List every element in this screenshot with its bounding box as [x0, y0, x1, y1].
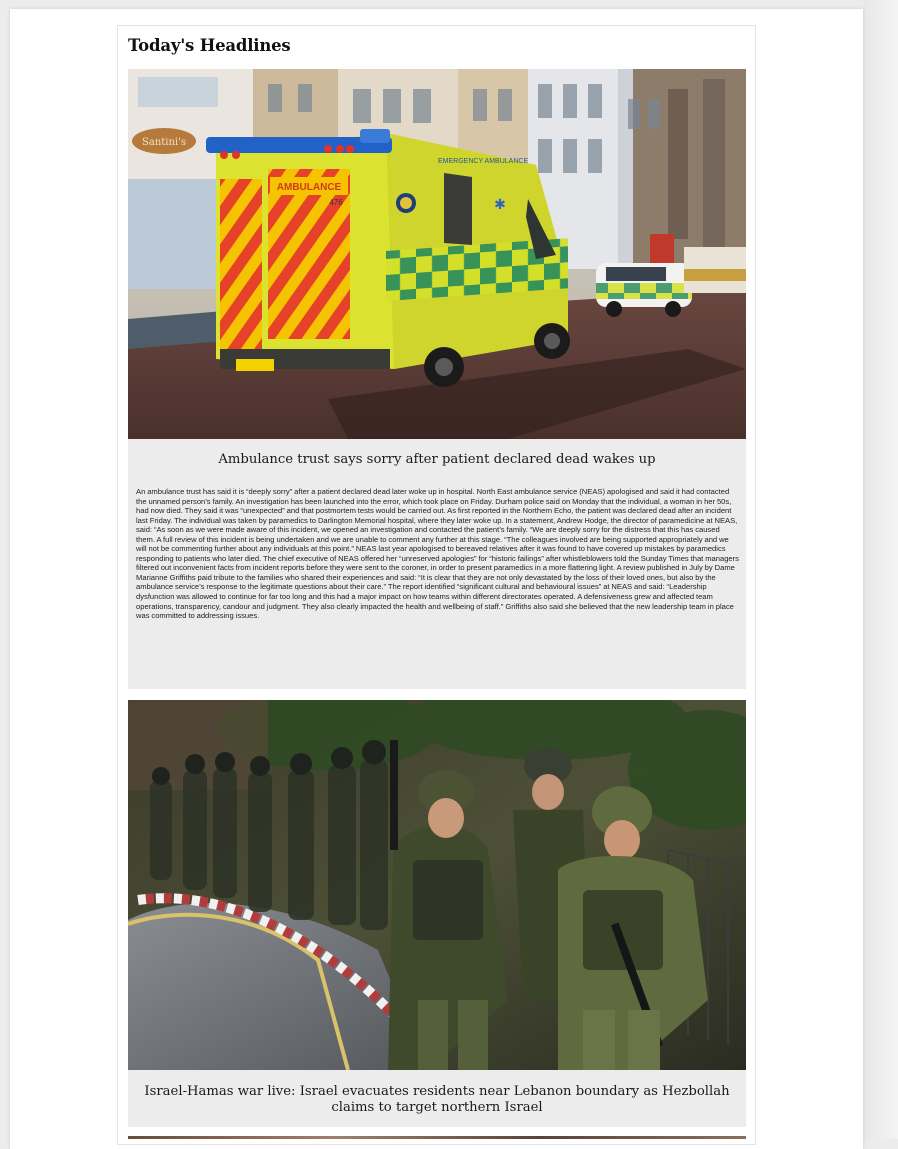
shop-sign-text: Santini's: [142, 137, 186, 148]
svg-text:✱: ✱: [494, 197, 506, 213]
ambulance-rear-text: AMBULANCE: [277, 182, 342, 193]
story-headline[interactable]: Israel-Hamas war live: Israel evacuates …: [136, 1084, 738, 1116]
story-card[interactable]: Israel-Hamas war live: Israel evacuates …: [128, 700, 746, 1127]
story-headline[interactable]: Ambulance trust says sorry after patient…: [136, 452, 738, 468]
ambulance-side-text: EMERGENCY AMBULANCE: [438, 158, 528, 165]
story-image-soldiers[interactable]: [128, 700, 746, 1070]
story-image-ambulance[interactable]: Santini's AMBULANCE 476 EMERGENCY AMBULA…: [128, 69, 746, 439]
story-body: An ambulance trust has said it is “deepl…: [136, 487, 739, 621]
ambulance-number-text: 476: [329, 198, 343, 207]
story-card[interactable]: Santini's AMBULANCE 476 EMERGENCY AMBULA…: [128, 69, 746, 689]
page-title: Today's Headlines: [128, 36, 291, 55]
page-background-edge: [863, 0, 898, 1139]
